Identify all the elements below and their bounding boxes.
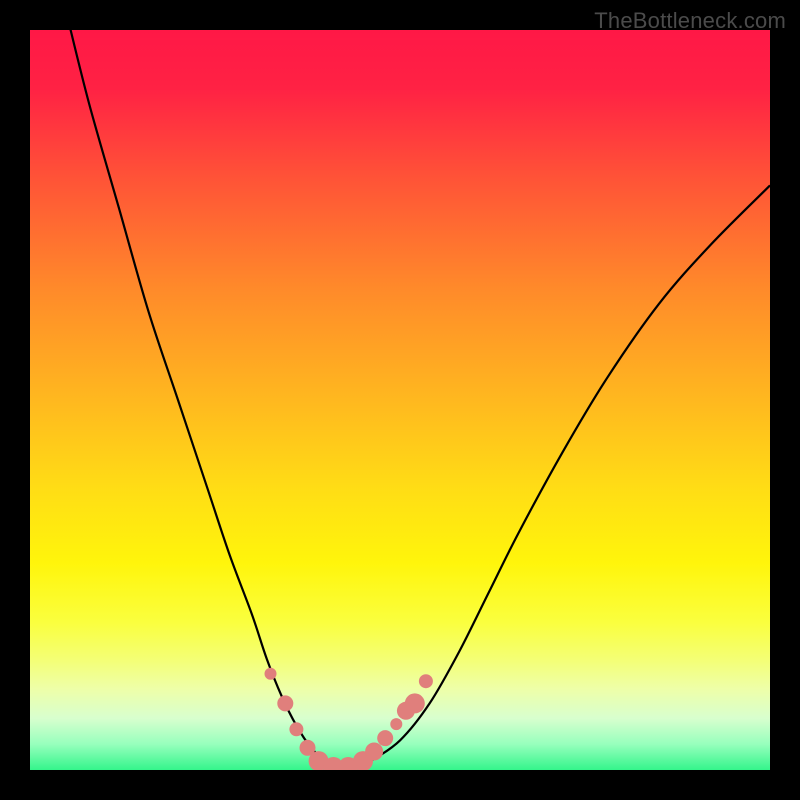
plot-frame (30, 30, 770, 770)
gradient-background (30, 30, 770, 770)
